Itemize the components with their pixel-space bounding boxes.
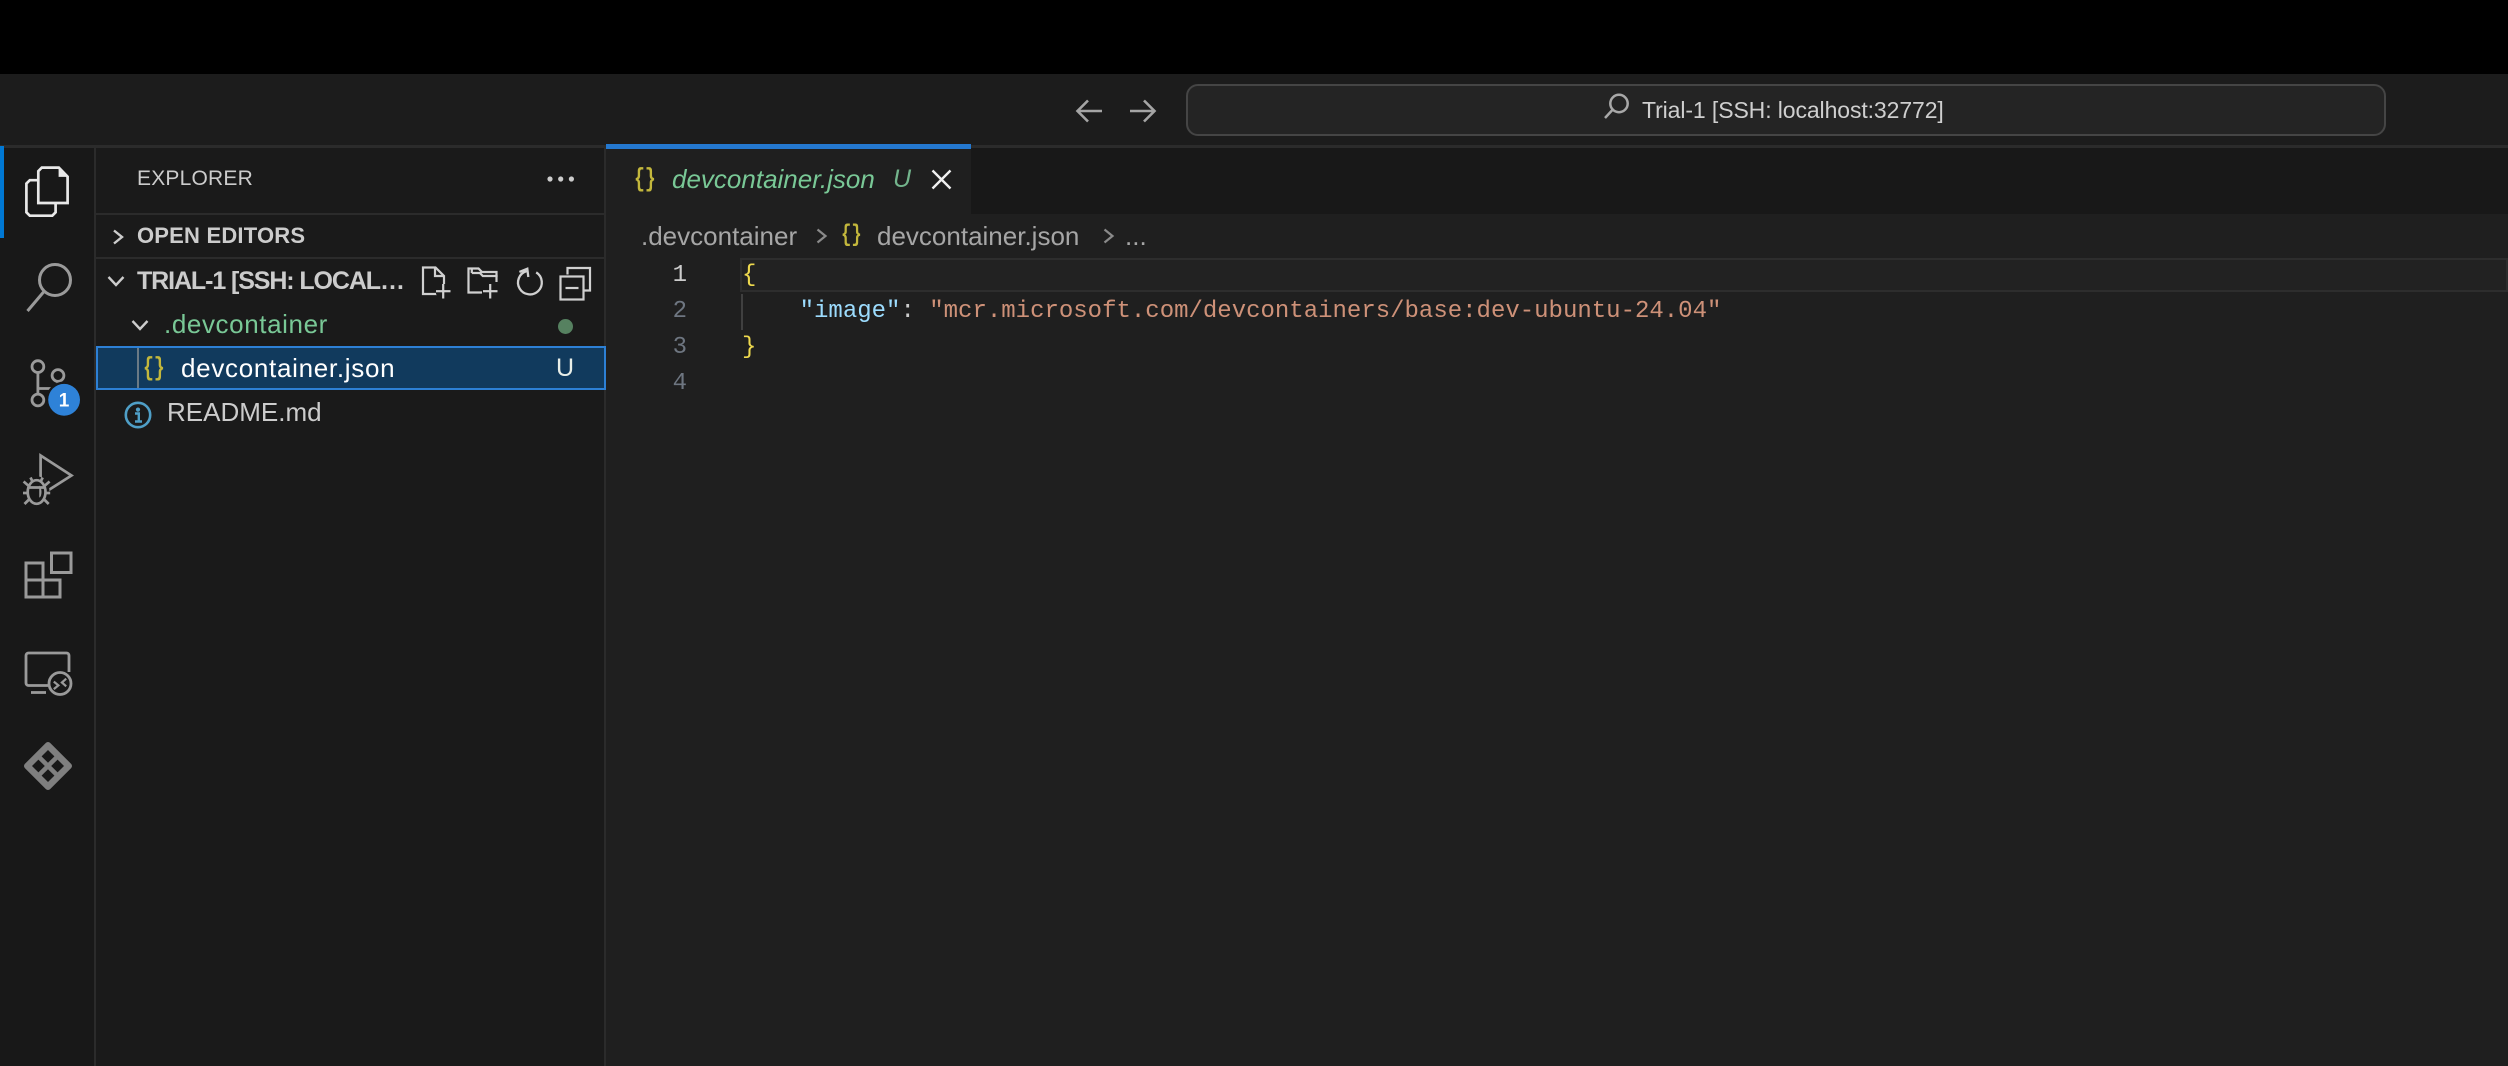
- svg-text:1: 1: [59, 390, 70, 411]
